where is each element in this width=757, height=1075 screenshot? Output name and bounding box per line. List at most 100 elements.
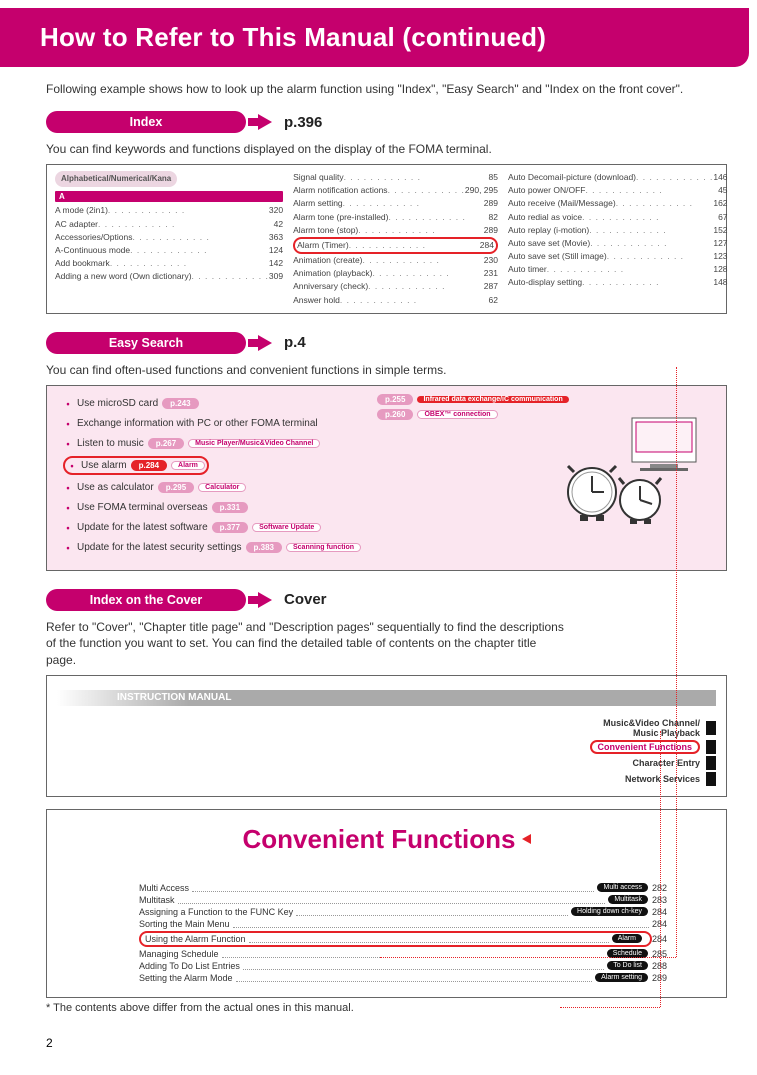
- page-title: How to Refer to This Manual (continued): [0, 8, 749, 67]
- chapter-entry-page: 284: [652, 907, 678, 917]
- index-page: 363: [269, 231, 283, 244]
- index-term: Auto Decomail-picture (download): [508, 171, 636, 184]
- bullet-icon: ・: [63, 436, 73, 451]
- index-row: Auto Decomail-picture (download) . . . .…: [508, 171, 728, 184]
- index-row: Accessories/Options . . . . . . . . . . …: [55, 231, 283, 244]
- edge-tab: Network Services: [57, 772, 716, 786]
- feature-tag: Software Update: [252, 523, 321, 532]
- easy-text: Exchange information with PC or other FO…: [77, 418, 318, 429]
- index-description: You can find keywords and functions disp…: [46, 141, 727, 158]
- index-term: Animation (playback): [293, 267, 372, 280]
- chapter-entry-page: 284: [652, 934, 678, 944]
- chapter-row: Assigning a Function to the FUNC KeyHold…: [61, 907, 712, 917]
- cover-description: Refer to "Cover", "Chapter title page" a…: [46, 619, 566, 669]
- chapter-title-page: Convenient Functions Multi AccessMulti a…: [46, 809, 727, 998]
- chapter-title-text: Convenient Functions: [243, 824, 516, 855]
- index-row: A mode (2in1) . . . . . . . . . . . . 32…: [55, 204, 283, 217]
- feature-tag: Calculator: [198, 483, 246, 492]
- index-term: Auto save set (Movie): [508, 237, 590, 250]
- index-row: Auto power ON/OFF . . . . . . . . . . . …: [508, 184, 728, 197]
- cover-tabs-box: INSTRUCTION MANUAL Music&Video Channel/ …: [46, 675, 727, 797]
- index-row: Auto save set (Movie) . . . . . . . . . …: [508, 237, 728, 250]
- cover-page-ref: Cover: [284, 591, 327, 608]
- page-tag: p.331: [212, 502, 248, 513]
- easy-right-row: p.255Infrared data exchange/iC communica…: [377, 394, 569, 405]
- easy-text: Use alarm: [81, 460, 127, 471]
- index-page: 320: [269, 204, 283, 217]
- page-tag: p.377: [212, 522, 248, 533]
- index-page: 127: [713, 237, 727, 250]
- index-term: A-Continuous mode: [55, 244, 130, 257]
- chapter-entry-name: Adding To Do List Entries: [139, 961, 240, 971]
- index-row: Auto save set (Still image) . . . . . . …: [508, 250, 728, 263]
- easy-right-tags: p.255Infrared data exchange/iC communica…: [377, 394, 569, 424]
- index-row: Auto-display setting . . . . . . . . . .…: [508, 276, 728, 289]
- section-header-index: Index p.396: [46, 111, 727, 133]
- index-row: Alarm setting . . . . . . . . . . . . 28…: [293, 197, 498, 210]
- page-tag: p.295: [158, 482, 194, 493]
- connector-line: [560, 1007, 660, 1008]
- alarm-clock-illustration: [562, 416, 702, 526]
- index-term: Signal quality: [293, 171, 344, 184]
- chapter-entry-page: 282: [652, 883, 678, 893]
- chapter-entry-badge: To Do list: [607, 961, 648, 970]
- chapter-entry-badge: Alarm: [612, 934, 642, 943]
- index-col-1: Alphabetical/Numerical/Kana A A mode (2i…: [55, 171, 283, 307]
- index-row: Auto timer . . . . . . . . . . . . 128: [508, 263, 728, 276]
- index-row: Animation (playback) . . . . . . . . . .…: [293, 267, 498, 280]
- chapter-entry-name: Multitask: [139, 895, 175, 905]
- easy-text: Update for the latest software: [77, 522, 208, 533]
- index-page: 162: [713, 197, 727, 210]
- index-term: Auto replay (i-motion): [508, 224, 589, 237]
- easy-text: Use as calculator: [77, 482, 154, 493]
- chapter-entry-name: Assigning a Function to the FUNC Key: [139, 907, 293, 917]
- chapter-entry-name: Setting the Alarm Mode: [139, 973, 233, 983]
- page-body: Following example shows how to look up t…: [0, 67, 757, 1024]
- index-page: 67: [718, 211, 727, 224]
- index-term: A mode (2in1): [55, 204, 108, 217]
- index-term: Accessories/Options: [55, 231, 132, 244]
- letter-bar: A: [55, 191, 283, 202]
- index-row: Adding a new word (Own dictionary) . . .…: [55, 270, 283, 283]
- index-page: 309: [269, 270, 283, 283]
- index-row: Add bookmark . . . . . . . . . . . . 142: [55, 257, 283, 270]
- index-page: 231: [484, 267, 498, 280]
- chapter-row: MultitaskMultitask283: [61, 895, 712, 905]
- feature-tag: Scanning function: [286, 543, 361, 552]
- index-term: AC adapter: [55, 218, 98, 231]
- easy-pill: Easy Search: [46, 332, 246, 354]
- arrow-icon: [258, 592, 272, 608]
- index-term: Alarm setting: [293, 197, 343, 210]
- chapter-entry-page: 283: [652, 895, 678, 905]
- tab-marker-icon: [706, 756, 716, 770]
- easy-text: Use microSD card: [77, 398, 158, 409]
- index-term: Alarm tone (pre-installed): [293, 211, 388, 224]
- manual-header-bar: INSTRUCTION MANUAL: [57, 684, 716, 712]
- index-page: 148: [713, 276, 727, 289]
- index-pill: Index: [46, 111, 246, 133]
- index-term: Auto power ON/OFF: [508, 184, 585, 197]
- chapter-entry-name: Using the Alarm Function: [145, 934, 246, 944]
- tab-marker-icon: [706, 772, 716, 786]
- chapter-title: Convenient Functions: [61, 824, 712, 855]
- index-row: Alarm tone (pre-installed) . . . . . . .…: [293, 211, 498, 224]
- feature-tag: OBEX™ connection: [417, 410, 497, 419]
- index-row: Answer hold . . . . . . . . . . . . 62: [293, 294, 498, 307]
- bullet-icon: ・: [63, 540, 73, 555]
- chapter-entry-name: Managing Schedule: [139, 949, 219, 959]
- easy-line: ・Update for the latest security settings…: [63, 540, 714, 555]
- index-page: 146: [713, 171, 727, 184]
- index-page: 284: [480, 239, 494, 252]
- page-tag: p.243: [162, 398, 198, 409]
- feature-tag: Alarm: [171, 461, 205, 470]
- edge-tabs: Music&Video Channel/ Music PlaybackConve…: [57, 718, 716, 786]
- index-page: 82: [489, 211, 498, 224]
- section-header-easy: Easy Search p.4: [46, 332, 727, 354]
- index-page: 142: [269, 257, 283, 270]
- page-number: 2: [46, 1036, 757, 1050]
- chapter-entry-name: Multi Access: [139, 883, 189, 893]
- easy-search-box: ・ Use microSD card p.243 ・ Exchange informat…: [46, 385, 727, 571]
- index-box: Alphabetical/Numerical/Kana A A mode (2i…: [46, 164, 727, 314]
- arrow-icon: [258, 114, 272, 130]
- index-term: Animation (create): [293, 254, 362, 267]
